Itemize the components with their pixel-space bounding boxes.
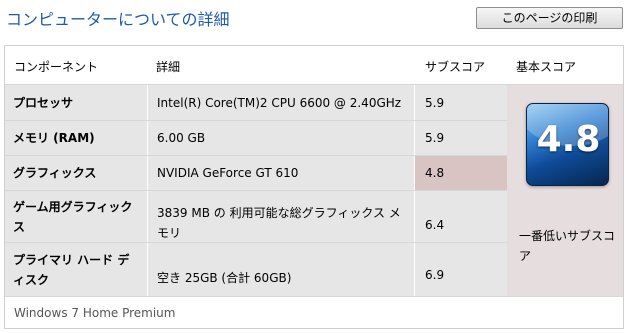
component-name: ゲーム用グラフィックス: [5, 191, 147, 242]
header-basescore: 基本スコア: [516, 60, 577, 74]
print-page-button[interactable]: このページの印刷: [476, 7, 623, 29]
component-name: プロセッサ: [5, 85, 147, 120]
component-detail: 空き 25GB (合計 60GB): [147, 243, 414, 296]
component-subscore: 6.9: [414, 243, 507, 296]
header-component: コンポーネント: [14, 60, 99, 74]
component-subscore: 6.4: [414, 191, 507, 242]
table-row-graphics: グラフィックス NVIDIA GeForce GT 610 4.8: [5, 155, 507, 190]
component-name: プライマリ ハード ディスク: [5, 243, 147, 296]
header-detail: 詳細: [156, 60, 181, 74]
component-detail: 6.00 GB: [147, 121, 414, 155]
base-score-label: 一番低いサブスコア: [519, 229, 616, 263]
page-title: コンピューターについての詳細: [6, 10, 230, 29]
table-row-memory: メモリ (RAM) 6.00 GB 5.9: [5, 120, 507, 155]
base-score-badge: 4.8: [526, 103, 609, 186]
table-row-gaming-graphics: ゲーム用グラフィックス 3839 MB の 利用可能な総グラフィックス メモリ …: [5, 190, 507, 242]
component-detail: 3839 MB の 利用可能な総グラフィックス メモリ: [147, 191, 414, 242]
component-subscore: 5.9: [414, 85, 507, 120]
component-detail: NVIDIA GeForce GT 610: [147, 156, 414, 190]
base-score-cell: 4.8 一番低いサブスコア: [507, 84, 623, 296]
component-subscore: 5.9: [414, 121, 507, 155]
table-row-primary-disk: プライマリ ハード ディスク 空き 25GB (合計 60GB) 6.9: [5, 242, 507, 296]
component-subscore-lowest: 4.8: [414, 156, 507, 190]
base-score-value: 4.8: [536, 119, 601, 160]
table-row-processor: プロセッサ Intel(R) Core(TM)2 CPU 6600 @ 2.40…: [5, 84, 507, 120]
header-subscore: サブスコア: [425, 60, 486, 74]
component-name: グラフィックス: [5, 156, 147, 190]
performance-table: コンポーネント 詳細 サブスコア 基本スコア プロセッサ Intel(R) Co…: [4, 45, 624, 329]
os-edition: Windows 7 Home Premium: [5, 296, 623, 328]
component-detail: Intel(R) Core(TM)2 CPU 6600 @ 2.40GHz: [147, 85, 414, 120]
table-header: コンポーネント 詳細 サブスコア 基本スコア: [5, 46, 623, 84]
component-name: メモリ (RAM): [5, 121, 147, 155]
